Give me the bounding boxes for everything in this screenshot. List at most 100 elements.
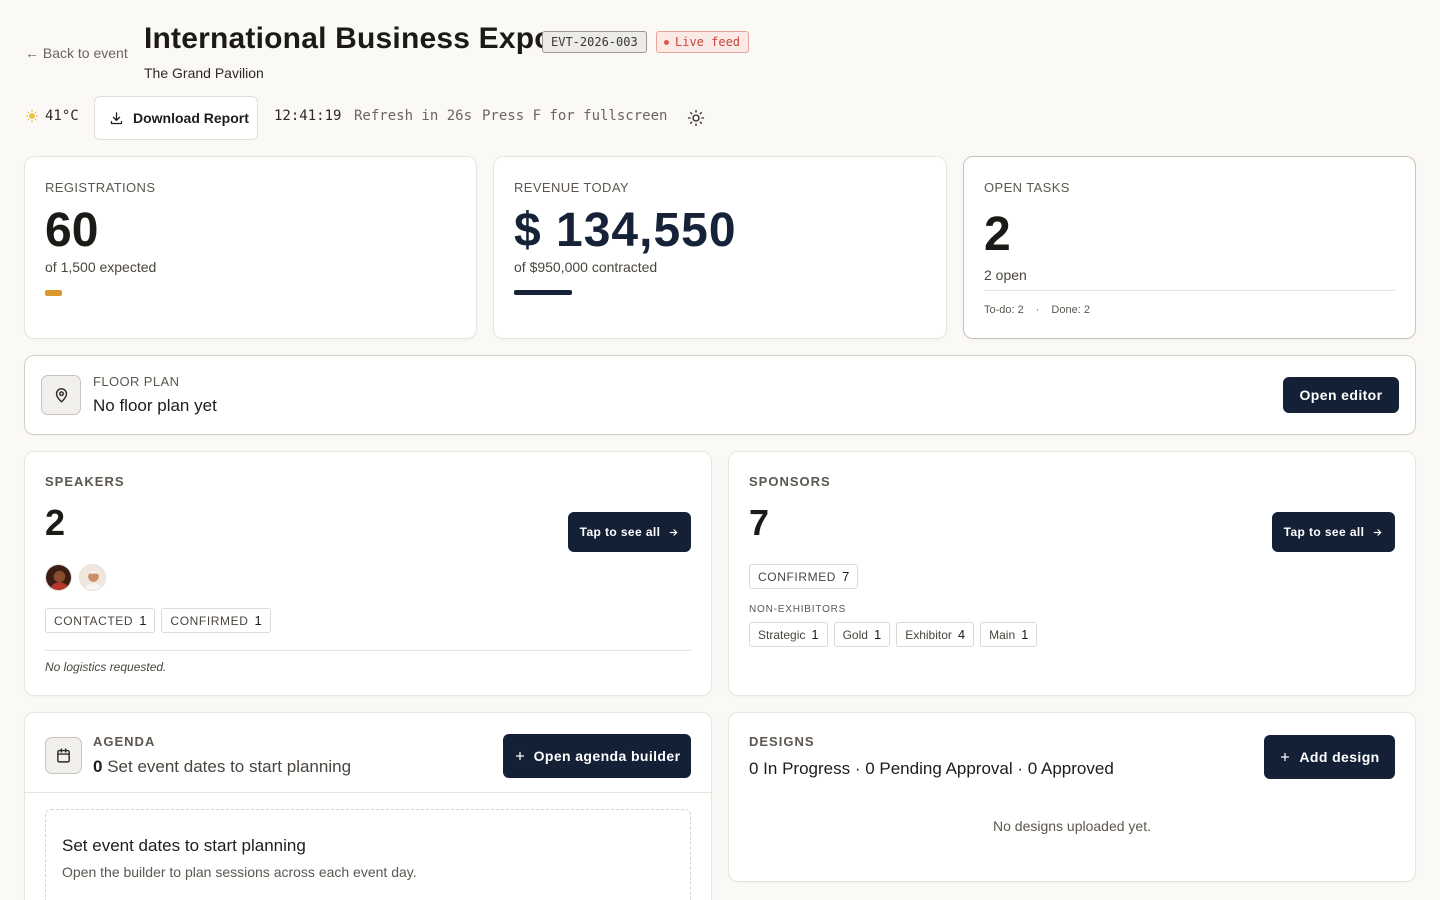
weather-widget: 41°C — [25, 108, 79, 124]
open-editor-button[interactable]: Open editor — [1283, 377, 1399, 413]
status-badge-contacted: CONTACTED 1 — [45, 608, 156, 633]
temperature: 41°C — [45, 108, 79, 124]
calendar-icon — [57, 748, 70, 763]
page-title: International Business Expo — [144, 22, 553, 55]
agenda-session-count: 0 — [93, 757, 103, 776]
status-badge-confirmed: CONFIRMED 1 — [161, 608, 271, 633]
download-report-button[interactable]: Download Report — [94, 96, 258, 140]
tasks-breakdown: To-do: 2 · Done: 2 — [984, 304, 1090, 316]
revenue-contracted: of $950,000 contracted — [514, 259, 658, 275]
tier-badge-main: Main 1 — [980, 622, 1038, 647]
arrow-right-icon — [670, 528, 678, 536]
revenue-progress-bar — [514, 290, 572, 295]
see-all-label: Tap to see all — [579, 525, 661, 539]
open-tasks-count: 2 — [984, 208, 1011, 261]
agenda-status-text: Set event dates to start planning — [107, 757, 352, 776]
tier-label: Exhibitor — [905, 627, 952, 642]
tasks-separator: · — [1035, 304, 1040, 316]
tier-label: Main — [989, 627, 1016, 642]
sponsors-label: SPONSORS — [749, 474, 831, 489]
speakers-see-all-button[interactable]: Tap to see all — [568, 512, 691, 552]
speaker-avatars — [45, 564, 106, 591]
floor-plan-label: FLOOR PLAN — [93, 374, 180, 389]
arrow-right-icon — [1374, 528, 1382, 536]
agenda-empty-state: Set event dates to start planning Open t… — [45, 809, 691, 900]
open-agenda-builder-label: Open agenda builder — [533, 748, 681, 764]
agenda-card: AGENDA 0 Set event dates to start planni… — [24, 712, 712, 900]
registrations-label: REGISTRATIONS — [45, 180, 156, 195]
logistics-note: No logistics requested. — [45, 660, 167, 674]
status-label: CONTACTED — [54, 613, 134, 628]
sponsor-tier-pills: Strategic 1 Gold 1 Exhibitor 4 Main 1 — [749, 622, 1038, 647]
tier-badge-strategic: Strategic 1 — [749, 622, 828, 647]
venue-name: The Grand Pavilion — [144, 65, 264, 81]
live-dot-icon — [664, 39, 669, 45]
divider — [45, 650, 691, 651]
avatar[interactable] — [79, 564, 106, 591]
tier-count: 1 — [811, 627, 819, 642]
plus-icon — [515, 751, 524, 761]
status-label: CONFIRMED — [170, 613, 249, 628]
status-count: 7 — [842, 569, 850, 584]
registrations-expected: of 1,500 expected — [45, 259, 157, 275]
designs-card: DESIGNS 0 In Progress · 0 Pending Approv… — [728, 712, 1416, 882]
floor-plan-status: No floor plan yet — [93, 396, 217, 415]
empty-state-text: Open the builder to plan sessions across… — [62, 864, 417, 880]
status-count: 1 — [139, 613, 147, 628]
live-feed-badge: Live feed — [656, 31, 750, 53]
designs-status: 0 In Progress · 0 Pending Approval · 0 A… — [749, 759, 1114, 778]
download-report-label: Download Report — [133, 110, 249, 126]
non-exhibitors-label: NON-EXHIBITORS — [749, 604, 847, 615]
empty-state-title: Set event dates to start planning — [62, 836, 306, 855]
tasks-done: Done: 2 — [1051, 304, 1090, 316]
theme-toggle-icon[interactable] — [687, 109, 705, 127]
open-tasks-sub: 2 open — [984, 267, 1027, 283]
tier-badge-gold: Gold 1 — [833, 622, 891, 647]
plus-icon — [1281, 752, 1290, 762]
see-all-label: Tap to see all — [1283, 525, 1365, 539]
fullscreen-hint: Press F for fullscreen — [482, 108, 668, 124]
divider — [25, 792, 711, 793]
status-badge-confirmed: CONFIRMED 7 — [749, 564, 859, 589]
tier-badge-exhibitor: Exhibitor 4 — [896, 622, 975, 647]
open-agenda-builder-button[interactable]: Open agenda builder — [503, 734, 691, 778]
tasks-todo: To-do: 2 — [984, 304, 1024, 316]
add-design-label: Add design — [1299, 749, 1380, 765]
status-count: 1 — [254, 613, 262, 628]
tier-count: 1 — [1021, 627, 1029, 642]
map-pin-icon — [55, 387, 67, 403]
tier-count: 4 — [957, 627, 966, 642]
sponsors-see-all-button[interactable]: Tap to see all — [1272, 512, 1395, 552]
speakers-card: SPEAKERS 2 Tap to see all CONTACTED 1 CO… — [24, 451, 712, 696]
sponsor-confirmed-pills: CONFIRMED 7 — [749, 564, 859, 589]
speakers-count: 2 — [45, 502, 66, 543]
agenda-status: 0 Set event dates to start planning — [93, 757, 351, 777]
revenue-card: REVENUE TODAY $ 134,550 of $950,000 cont… — [493, 156, 947, 339]
floor-plan-card: FLOOR PLAN No floor plan yet Open editor — [24, 355, 1416, 435]
open-tasks-card[interactable]: OPEN TASKS 2 2 open To-do: 2 · Done: 2 — [963, 156, 1416, 339]
avatar[interactable] — [45, 564, 72, 591]
registrations-count: 60 — [45, 204, 99, 257]
agenda-label: AGENDA — [93, 734, 156, 749]
status-label: CONFIRMED — [758, 569, 837, 584]
revenue-label: REVENUE TODAY — [514, 180, 630, 195]
live-clock: 12:41:19 — [274, 108, 342, 124]
refresh-countdown: Refresh in 26s — [354, 108, 473, 124]
sponsors-card: SPONSORS 7 Tap to see all CONFIRMED 7 NO… — [728, 451, 1416, 696]
registrations-progress-bar — [45, 290, 62, 296]
registrations-card: REGISTRATIONS 60 of 1,500 expected — [24, 156, 477, 339]
event-id-badge: EVT-2026-003 — [542, 31, 647, 53]
floor-plan-icon-box — [41, 375, 81, 415]
sponsors-count: 7 — [749, 502, 770, 543]
live-feed-label: Live feed — [675, 35, 741, 49]
agenda-icon-box — [45, 737, 82, 774]
back-to-event-link[interactable]: ← Back to event — [25, 45, 128, 61]
designs-empty-state: No designs uploaded yet. — [993, 818, 1151, 834]
open-tasks-label: OPEN TASKS — [984, 180, 1070, 195]
tier-count: 1 — [873, 627, 882, 642]
divider — [984, 290, 1395, 291]
add-design-button[interactable]: Add design — [1264, 735, 1395, 779]
speakers-label: SPEAKERS — [45, 474, 125, 489]
revenue-amount: $ 134,550 — [514, 204, 737, 257]
designs-label: DESIGNS — [749, 734, 815, 749]
